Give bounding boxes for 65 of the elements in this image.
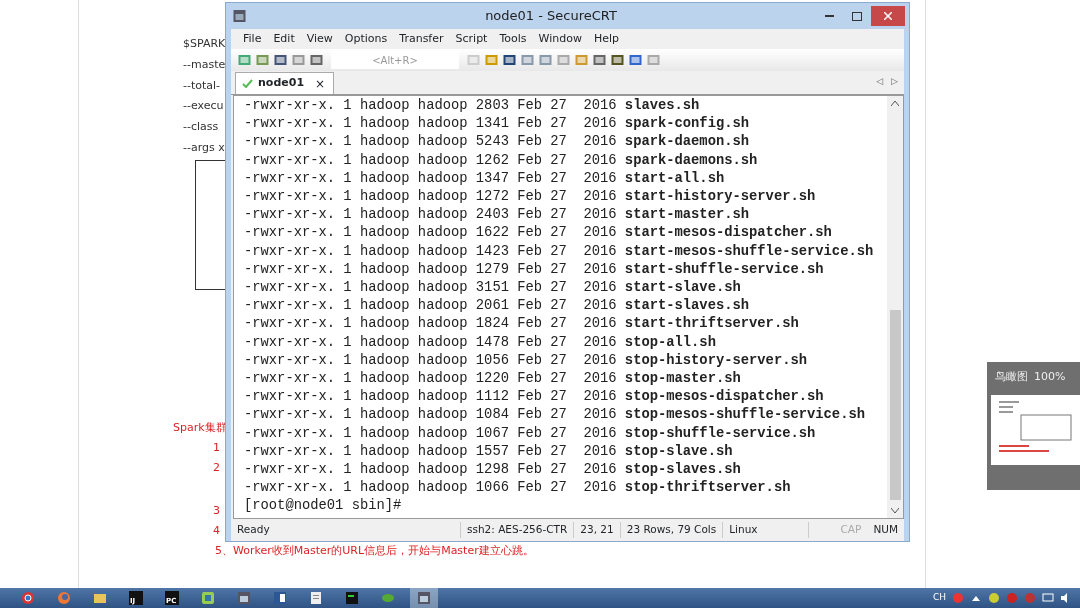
status-text: 23, 21	[574, 522, 621, 538]
maximize-icon	[852, 11, 862, 21]
tray-app-icon[interactable]	[988, 592, 1000, 604]
scroll-down-icon[interactable]	[891, 506, 899, 514]
console-icon[interactable]	[345, 591, 359, 605]
toolbar-icon[interactable]	[502, 53, 517, 67]
close-icon	[884, 12, 892, 20]
leaf-icon[interactable]	[381, 591, 395, 605]
scrollbar[interactable]	[887, 96, 903, 518]
network-icon[interactable]	[1042, 592, 1054, 604]
note-text: 4	[213, 523, 220, 539]
note-text: Spark集群	[173, 420, 227, 436]
menu-item[interactable]: Edit	[267, 30, 301, 48]
note-text: 1	[213, 440, 220, 456]
menu-item[interactable]: File	[237, 30, 268, 48]
app-icon[interactable]	[201, 591, 215, 605]
status-text: Ready	[231, 522, 461, 538]
command-field[interactable]: <Alt+R>	[331, 51, 459, 69]
note-text: 5、Worker收到Master的URL信息后，开始与Master建立心跳。	[215, 543, 534, 559]
folder-icon[interactable]	[93, 591, 107, 605]
input-language[interactable]: CH	[932, 591, 946, 605]
document-text: --total-	[183, 77, 222, 94]
toolbar-icon[interactable]	[610, 53, 625, 67]
menu-item[interactable]: Tools	[493, 30, 533, 48]
terminal-app-icon[interactable]	[417, 591, 431, 605]
window-title: node01 - SecureCRT	[484, 7, 618, 26]
document-app-icon[interactable]	[273, 591, 287, 605]
note-text: 2	[213, 460, 220, 476]
document-text: --args x	[183, 140, 226, 156]
browser-icon[interactable]	[21, 591, 35, 605]
document-text: --execu	[183, 98, 225, 115]
key-indicator: CAP	[839, 522, 863, 538]
menu-item[interactable]: Window	[532, 30, 588, 48]
key-indicator: NUM	[872, 522, 899, 538]
zoom-level: 100%	[1034, 369, 1066, 385]
menu-item[interactable]: Script	[449, 30, 494, 48]
terminal-output: -rwxr-xr-x. 1 hadoop hadoop 2803 Feb 27 2016 slaves.sh -rwxr-xr-x. 1 hadoop hadoop 1341 Feb 27 2016 spark-config.sh -rwxr-xr-x. 1 hadoop hadoop 5243 Feb 27 2016 spark-daemon.sh -rwxr-xr-x. 1 hadoop hadoop 1262 Feb 27 2016 spark-daemons.sh -rwxr-xr-x. 1 hadoop hadoop 1347 Feb 27 2016 start-all.sh -rwxr-xr-x. 1 hadoop hadoop 1272 Feb 27 2016 start-history-server.sh -rwxr-xr-x. 1 hadoop hadoop 2403 Feb 27 2016 start-master.sh -rwxr-xr-x. 1 hadoop hadoop 1622 Feb 27 2016 start-mesos-dispatcher.sh -rwxr-xr-x. 1 hadoop hadoop 1423 Feb 27 2016 start-mesos-shuffle-service.sh -rwxr-xr-x. 1 hadoop hadoop 1279 Feb 27 2016 start-shuffle-service.sh -rwxr-xr-x. 1 hadoop hadoop 3151 Feb 27 2016 start-slave.sh -rwxr-xr-x. 1 hadoop hadoop 2061 Feb 27 2016 start-slaves.sh -rwxr-xr-x. 1 hadoop hadoop 1824 Feb 27 2016 start-thriftserver.sh -rwxr-xr-x. 1 hadoop hadoop 1478 Feb 27 2016 stop-all.sh -rwxr-xr-x. 1 hadoop hadoop 1056 Feb 27 2016 stop-history-server.sh -rwxr-xr-x. 1 hadoop hadoop 1220 Feb 27 2016 stop-master.sh -rwxr-xr-x. 1 hadoop hadoop 1112 Feb 27 2016 stop-mesos-dispatcher.sh -rwxr-xr-x. 1 hadoop hadoop 1084 Feb 27 2016 stop-mesos-shuffle-service.sh -rwxr-xr-x. 1 hadoop hadoop 1067 Feb 27 2016 stop-shuffle-service.sh -rwxr-xr-x. 1 hadoop hadoop 1557 Feb 27 2016 stop-slave.sh -rwxr-xr-x. 1 hadoop hadoop 1298 Feb 27 2016 stop-slaves.sh -rwxr-xr-x. 1 hadoop hadoop 1066 Feb 27 2016 stop-thriftserver.sh [root@node01 sbin]#	[243, 97, 875, 516]
app-icon	[232, 9, 247, 23]
toolbar-icon[interactable]	[309, 53, 324, 67]
document-text: --maste	[183, 56, 226, 73]
menu-item[interactable]: Help	[587, 30, 625, 48]
terminal-app-icon[interactable]	[237, 591, 251, 605]
status-text: 23 Rows, 79 Cols	[620, 522, 724, 538]
overview-title: 鸟瞰图	[995, 369, 1028, 385]
menu-item[interactable]: Options	[338, 30, 394, 48]
check-icon	[242, 79, 253, 88]
session-tab[interactable]: node01 ×	[235, 72, 335, 94]
notepad-icon[interactable]	[309, 591, 323, 605]
toolbar-icon[interactable]	[628, 53, 643, 67]
scroll-left-icon[interactable]: ◁	[876, 74, 884, 88]
minimize-icon	[824, 14, 834, 18]
scroll-up-icon[interactable]	[891, 100, 899, 108]
document-text: --class	[183, 119, 220, 136]
note-text: 3	[213, 503, 220, 519]
document-text: $SPARK	[183, 36, 226, 52]
status-text: Linux	[723, 522, 810, 538]
menu-item[interactable]: View	[300, 30, 339, 48]
tab-label: node01	[258, 75, 305, 92]
close-icon[interactable]: ×	[315, 74, 326, 93]
status-text: ssh2: AES-256-CTR	[461, 522, 575, 538]
toolbar-icon[interactable]	[592, 53, 607, 67]
menu-item[interactable]: Transfer	[393, 30, 450, 48]
close-button[interactable]	[871, 6, 905, 26]
toolbar-icon[interactable]	[273, 53, 288, 67]
scroll-right-icon[interactable]: ▷	[891, 74, 898, 88]
